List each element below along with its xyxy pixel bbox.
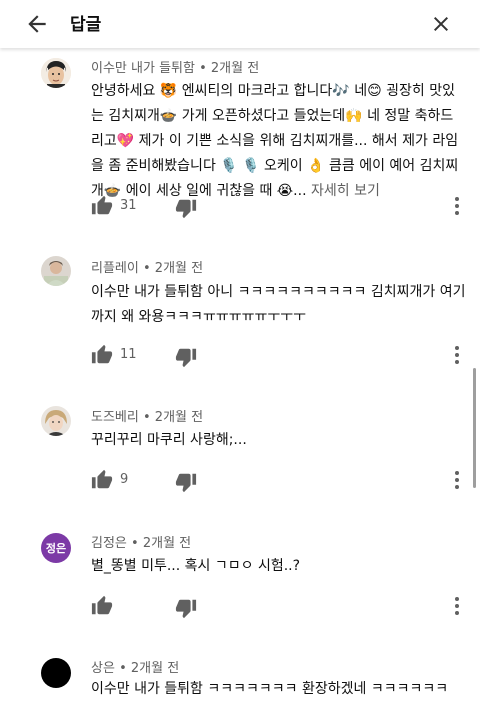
comment-time: 2개월 전 — [142, 536, 192, 551]
avatar[interactable] — [41, 406, 71, 436]
close-button[interactable] — [426, 9, 456, 39]
thumbs-up-icon[interactable] — [91, 195, 113, 217]
scrollbar[interactable] — [473, 368, 476, 488]
comment-text: 꾸리꾸리 마쿠리 사랑해;... — [91, 432, 247, 448]
thumbs-down-icon[interactable] — [175, 471, 197, 493]
comment-actions — [91, 595, 471, 619]
app-header: 답글 — [0, 0, 480, 48]
avatar-photo-icon — [41, 256, 71, 286]
comment-actions: 31 — [91, 195, 471, 219]
thumbs-up-icon[interactable] — [91, 595, 113, 617]
page-title: 답글 — [70, 15, 102, 35]
avatar[interactable] — [41, 58, 71, 88]
comment-text: 이수만 내가 들튀함 ㅋㅋㅋㅋㅋㅋㅋ 환장하겠네 ㅋㅋㅋㅋㅋㅋ — [91, 681, 449, 697]
comment-text: 이수만 내가 들튀함 아니 ㅋㅋㅋㅋㅋㅋㅋㅋㅋㅋ 김치찌개가 여기까지 왜 와용… — [91, 284, 466, 325]
comment-author[interactable]: 도즈베리 — [91, 410, 139, 425]
more-options-icon[interactable] — [451, 469, 463, 491]
avatar-photo-icon — [41, 406, 71, 436]
like-count: 31 — [120, 198, 137, 213]
comment-body: 안녕하세요 🐯 엔씨티의 마크라고 합니다🎶 네😊 굉장히 맛있는 김치찌개🍲 … — [91, 83, 459, 199]
comment-actions: 11 — [91, 344, 471, 368]
comment-author[interactable]: 상은 — [91, 661, 115, 676]
back-button[interactable] — [22, 9, 52, 39]
comment-author[interactable]: 이수만 내가 들튀함 — [91, 61, 195, 76]
comment-actions: 9 — [91, 469, 471, 493]
comment-time: 2개월 전 — [210, 61, 260, 76]
comment-time: 2개월 전 — [154, 261, 204, 276]
thumbs-down-icon[interactable] — [175, 346, 197, 368]
avatar-face-icon — [41, 58, 71, 88]
back-arrow-icon — [28, 15, 46, 33]
avatar[interactable]: 정은 — [41, 533, 71, 563]
meta-separator: • — [131, 536, 139, 551]
comment-time: 2개월 전 — [154, 410, 204, 425]
meta-separator: • — [142, 410, 151, 425]
more-options-icon[interactable] — [451, 195, 463, 217]
meta-separator: • — [119, 661, 127, 676]
thumbs-up-icon[interactable] — [91, 469, 113, 491]
comment-text: 별_똥별 미투... 혹시 ㄱㅁㅇ 시험..? — [91, 558, 301, 574]
avatar[interactable] — [41, 658, 71, 688]
comment-time: 2개월 전 — [130, 661, 180, 676]
close-icon — [434, 17, 448, 31]
like-count: 9 — [120, 472, 129, 487]
comment-author[interactable]: 리플레이 — [91, 261, 139, 276]
thumbs-down-icon[interactable] — [175, 597, 197, 619]
more-options-icon[interactable] — [451, 344, 463, 366]
avatar-initials: 정은 — [45, 542, 67, 555]
more-options-icon[interactable] — [451, 595, 463, 617]
meta-separator: • — [142, 261, 151, 276]
comment-author[interactable]: 김정은 — [91, 536, 127, 551]
avatar[interactable] — [41, 256, 71, 286]
meta-separator: • — [199, 61, 207, 76]
like-count: 11 — [120, 347, 137, 362]
comment-text: 안녕하세요 🐯 엔씨티의 마크라고 합니다🎶 네😊 굉장히 맛있는 김치찌개🍲 … — [91, 79, 466, 204]
thumbs-up-icon[interactable] — [91, 344, 113, 366]
thumbs-down-icon[interactable] — [175, 197, 197, 219]
